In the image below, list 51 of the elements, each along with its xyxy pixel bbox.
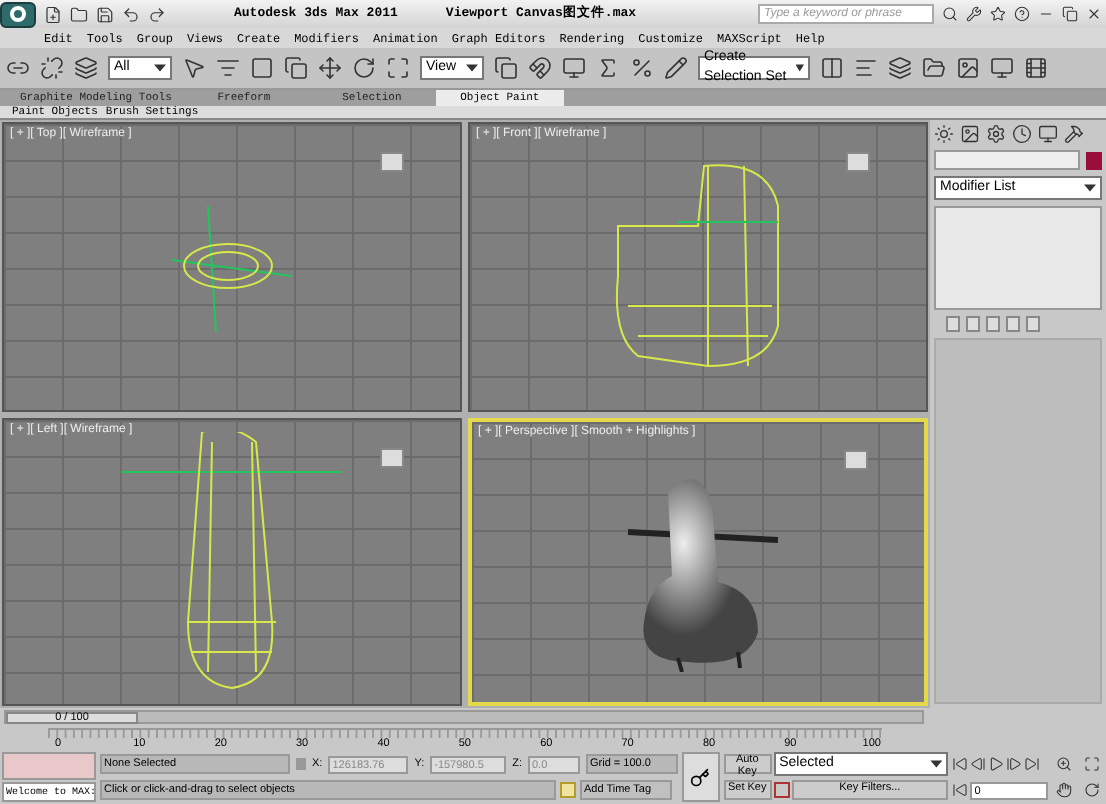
move-icon[interactable] <box>318 56 342 80</box>
go-to-start-icon[interactable] <box>952 756 969 772</box>
app-logo-icon[interactable] <box>0 1 36 27</box>
go-to-end-icon[interactable] <box>1024 756 1041 772</box>
folder-icon[interactable] <box>70 5 88 23</box>
caret-icon <box>466 62 478 74</box>
view-cube-icon[interactable] <box>380 447 404 467</box>
previous-frame-icon[interactable] <box>970 756 987 772</box>
monitor-icon[interactable] <box>562 56 586 80</box>
display-icon[interactable] <box>1038 124 1058 144</box>
copy-icon[interactable] <box>284 56 308 80</box>
percent-snap-icon[interactable] <box>630 56 654 80</box>
color-swatch[interactable] <box>1086 151 1102 169</box>
folder-icon[interactable] <box>922 56 946 80</box>
caret-icon <box>930 758 943 770</box>
key-button[interactable] <box>682 752 720 802</box>
wrench-icon[interactable] <box>966 6 982 22</box>
view-cube-icon[interactable] <box>844 449 868 469</box>
undo-icon[interactable] <box>122 5 140 23</box>
new-file-icon[interactable] <box>44 5 62 23</box>
play-icon[interactable] <box>988 756 1005 772</box>
caret-icon <box>795 62 804 74</box>
save-icon[interactable] <box>96 5 114 23</box>
pencil-icon[interactable] <box>664 56 688 80</box>
align-icon[interactable] <box>854 56 878 80</box>
next-frame-icon[interactable] <box>1006 756 1023 772</box>
mirror-icon[interactable] <box>820 56 844 80</box>
view-cube-icon[interactable] <box>846 152 870 172</box>
layers-icon[interactable] <box>74 56 98 80</box>
square-icon[interactable] <box>250 56 274 80</box>
layer-icon[interactable] <box>888 56 912 80</box>
list-icon[interactable] <box>216 56 240 80</box>
link-icon[interactable] <box>6 56 30 80</box>
caret-icon <box>1084 182 1096 194</box>
redo-icon[interactable] <box>148 5 166 23</box>
zoom-icon[interactable] <box>1056 756 1073 772</box>
star-icon[interactable] <box>990 6 1006 22</box>
rotate-icon[interactable] <box>352 56 376 80</box>
select-icon[interactable] <box>182 56 206 80</box>
hammer-icon[interactable] <box>1064 124 1084 144</box>
view-cube-icon[interactable] <box>380 152 404 172</box>
restore-icon[interactable] <box>1062 6 1078 22</box>
render-icon[interactable] <box>1024 56 1048 80</box>
caret-icon <box>154 62 166 74</box>
snap-icon[interactable] <box>528 56 552 80</box>
name-field[interactable] <box>934 150 1080 170</box>
help-icon[interactable] <box>1014 6 1030 22</box>
close-icon[interactable] <box>1086 6 1102 22</box>
pan-icon[interactable] <box>1056 782 1073 798</box>
key-icon <box>690 767 711 787</box>
unlink-icon[interactable] <box>40 56 64 80</box>
